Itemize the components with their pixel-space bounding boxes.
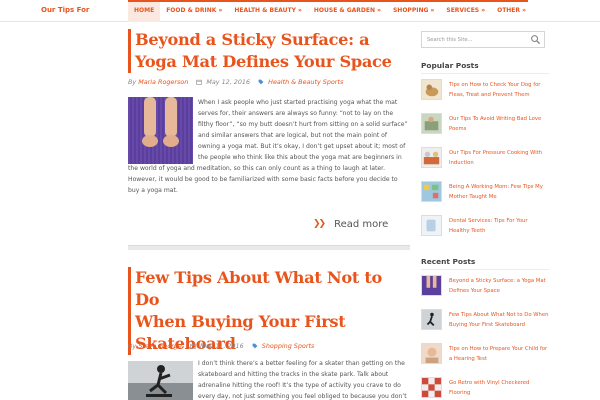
recent-post-item[interactable]: Tips on How to Prepare Your Child for a … <box>421 343 549 371</box>
post-title[interactable]: Beyond a Sticky Surface: a Yoga Mat Defi… <box>128 29 392 73</box>
dog-thumbnail <box>421 79 442 100</box>
search-box[interactable]: Search this Site... <box>421 31 545 48</box>
dental-thumbnail <box>421 215 442 236</box>
skateboard-small-thumbnail <box>421 309 442 330</box>
post-author-link[interactable]: Maria Rogerson <box>138 78 188 86</box>
read-more-button[interactable]: ❯❯ Read more <box>305 213 404 235</box>
yoga-thumbnail <box>421 275 442 296</box>
recent-post-link[interactable]: Few Tips About What Not to Do When Buyin… <box>449 310 549 330</box>
child-hearing-thumbnail <box>421 343 442 364</box>
double-chevron-right-icon: ❯❯ <box>313 219 326 229</box>
post-category-link[interactable]: Shopping Sports <box>262 342 315 350</box>
thumb-float-spacer <box>128 97 198 163</box>
popular-post-item[interactable]: Our Tips To Avoid Writing Bad Love Poems <box>421 113 549 141</box>
calendar-icon <box>196 79 203 85</box>
popular-post-item[interactable]: Tips on How to Check Your Dog for Fleas,… <box>421 79 549 107</box>
post-category-link[interactable]: Health & Beauty Sports <box>268 78 343 86</box>
post-title-line[interactable]: Beyond a Sticky Surface: a <box>135 29 392 51</box>
search-input[interactable]: Search this Site... <box>427 37 473 43</box>
tag-icon <box>252 343 258 349</box>
thumb-float-spacer <box>128 358 198 400</box>
post-meta: By Maria Rogerson May 12, 2016 Health & … <box>128 78 343 86</box>
post-date: May 11, 2016 <box>199 342 244 350</box>
sidebar-divider <box>421 269 549 270</box>
popular-post-link[interactable]: Dental Services: Tips For Your Healthy T… <box>449 216 549 236</box>
recent-post-link[interactable]: Beyond a Sticky Surface: a Yoga Mat Defi… <box>449 276 549 296</box>
post-excerpt: When I ask people who just started pract… <box>128 97 410 196</box>
post-title-line[interactable]: Yoga Mat Defines Your Space <box>135 51 392 73</box>
nav-item-shopping[interactable]: SHOPPING » <box>387 0 440 22</box>
sidebar-divider <box>421 73 549 74</box>
popular-post-link[interactable]: Being A Working Mom: Few Tips My Mother … <box>449 182 549 202</box>
post-title-line[interactable]: Few Tips About What Not to Do <box>135 267 410 311</box>
post-author-link[interactable]: Steve George <box>138 342 182 350</box>
popular-post-link[interactable]: Our Tips To Avoid Writing Bad Love Poems <box>449 114 549 134</box>
recent-post-item[interactable]: Go Retro with Vinyl Checkered Flooring <box>421 377 549 400</box>
top-header: Our Tips For HOME FOOD & DRINK » HEALTH … <box>0 0 600 22</box>
nav-item-home[interactable]: HOME <box>128 0 161 22</box>
popular-post-item[interactable]: Our Tips For Pressure Cooking With Induc… <box>421 147 549 175</box>
post-title-line[interactable]: When Buying Your First <box>135 311 410 333</box>
recent-posts-heading: Recent Posts <box>421 257 476 266</box>
post-divider <box>128 245 410 250</box>
calendar-icon <box>190 343 196 349</box>
recent-post-link[interactable]: Tips on How to Prepare Your Child for a … <box>449 344 549 364</box>
popular-post-item[interactable]: Dental Services: Tips For Your Healthy T… <box>421 215 549 243</box>
post-excerpt: I don’t think there’s a better feeling f… <box>128 358 410 400</box>
popular-post-item[interactable]: Being A Working Mom: Few Tips My Mother … <box>421 181 549 209</box>
nav-item-food-drink[interactable]: FOOD & DRINK » <box>160 0 228 22</box>
popular-post-link[interactable]: Our Tips For Pressure Cooking With Induc… <box>449 148 549 168</box>
popular-posts-heading: Popular Posts <box>421 61 479 70</box>
nav-item-services[interactable]: SERVICES » <box>440 0 491 22</box>
recent-post-link[interactable]: Go Retro with Vinyl Checkered Flooring <box>449 378 549 398</box>
search-icon[interactable] <box>530 34 541 45</box>
recent-post-item[interactable]: Beyond a Sticky Surface: a Yoga Mat Defi… <box>421 275 549 303</box>
tag-icon <box>258 79 264 85</box>
love-poems-thumbnail <box>421 113 442 134</box>
working-mom-thumbnail <box>421 181 442 202</box>
main-nav: HOME FOOD & DRINK » HEALTH & BEAUTY » HO… <box>128 0 532 22</box>
read-more-label: Read more <box>334 218 389 230</box>
post-meta-by: By <box>128 342 137 350</box>
cooking-thumbnail <box>421 147 442 168</box>
recent-post-item[interactable]: Few Tips About What Not to Do When Buyin… <box>421 309 549 337</box>
site-logo[interactable]: Our Tips For <box>41 6 89 14</box>
post-date: May 12, 2016 <box>206 78 251 86</box>
nav-item-other[interactable]: OTHER » <box>491 0 532 22</box>
post-meta-by: By <box>128 78 137 86</box>
nav-item-house-garden[interactable]: HOUSE & GARDEN » <box>308 0 387 22</box>
popular-post-link[interactable]: Tips on How to Check Your Dog for Fleas,… <box>449 80 549 100</box>
nav-item-health-beauty[interactable]: HEALTH & BEAUTY » <box>228 0 308 22</box>
flooring-thumbnail <box>421 377 442 398</box>
post-meta: By Steve George May 11, 2016 Shopping Sp… <box>128 342 314 350</box>
